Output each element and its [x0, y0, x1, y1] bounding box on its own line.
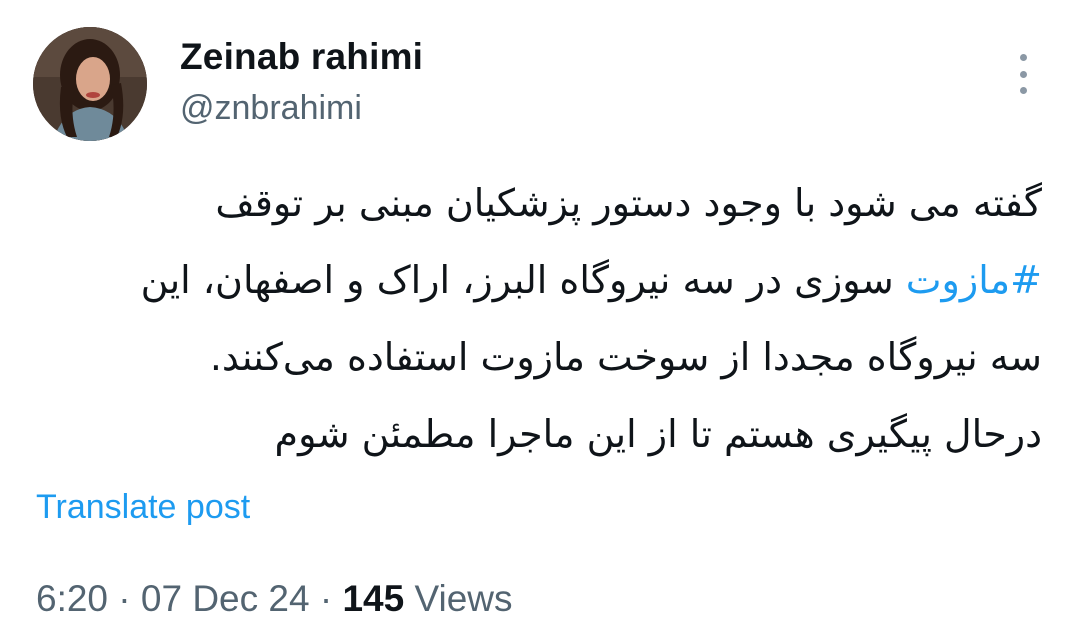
more-vertical-icon-dot: [1019, 87, 1027, 94]
avatar[interactable]: [33, 27, 147, 141]
post-meta: 6:20 · 07 Dec 24 · 145 Views: [36, 578, 513, 620]
post-date[interactable]: 07 Dec 24: [141, 578, 310, 619]
more-options-button[interactable]: [1008, 54, 1038, 94]
post-line-text: سوزی در سه نیروگاه البرز، اراک و اصفهان،…: [140, 258, 906, 302]
post-time[interactable]: 6:20: [36, 578, 108, 619]
meta-separator: ·: [319, 578, 333, 619]
views-count[interactable]: 145: [342, 578, 404, 619]
author-handle[interactable]: @znbrahimi: [180, 89, 362, 128]
post-line: سه نیروگاه مجددا از سوخت مازوت استفاده م…: [209, 335, 1042, 379]
views-label: Views: [414, 578, 513, 619]
more-vertical-icon: [1019, 54, 1027, 61]
tweet: Zeinab rahimi @znbrahimi گفته می شود با …: [0, 0, 1080, 625]
post-line: #مازوت سوزی در سه نیروگاه البرز، اراک و …: [32, 242, 1042, 319]
post-line: گفته می شود با وجود دستور پزشکیان مبنی ب…: [215, 181, 1042, 225]
post-text: گفته می شود با وجود دستور پزشکیان مبنی ب…: [32, 165, 1042, 473]
translate-post-link[interactable]: Translate post: [36, 488, 250, 527]
author-display-name[interactable]: Zeinab rahimi: [180, 36, 423, 78]
avatar-image: [33, 27, 147, 141]
post-line: درحال پیگیری هستم تا از این ماجرا مطمئن …: [274, 412, 1042, 456]
hashtag-link[interactable]: #مازوت: [906, 258, 1042, 302]
meta-separator: ·: [118, 578, 131, 619]
more-vertical-icon-dot: [1019, 70, 1027, 78]
